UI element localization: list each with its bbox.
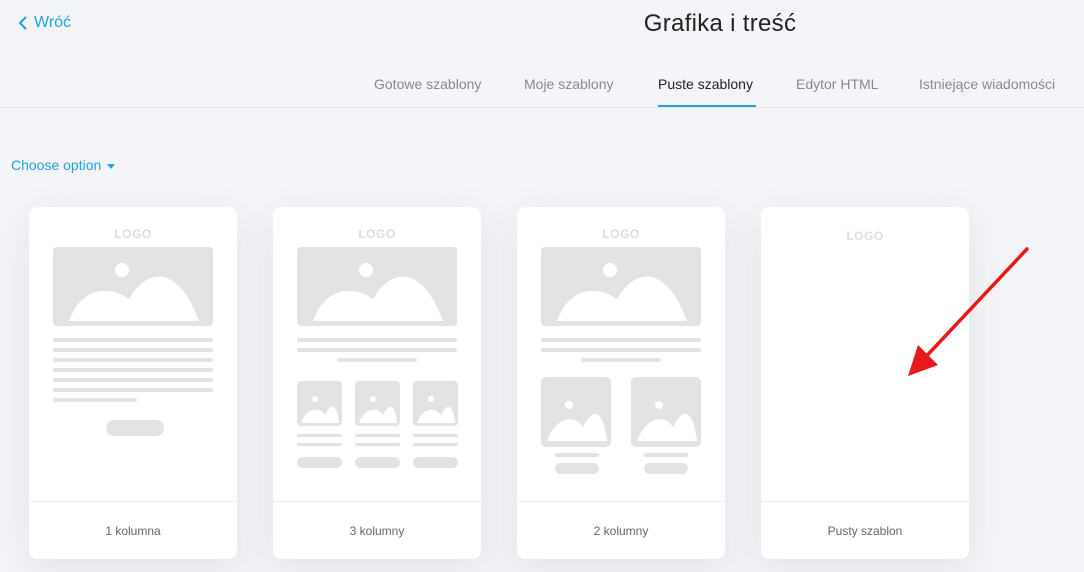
tab-edytor-html[interactable]: Edytor HTML — [796, 76, 878, 92]
template-preview-3-columns — [297, 247, 458, 468]
tab-gotowe-szablony[interactable]: Gotowe szablony — [374, 76, 481, 92]
template-card-label: 1 kolumna — [29, 501, 237, 559]
template-preview-1-column — [53, 247, 213, 436]
tab-istniejace-wiadomosci[interactable]: Istniejące wiadomości — [919, 76, 1055, 92]
back-link[interactable]: Wróć — [18, 14, 71, 32]
caret-down-icon — [107, 163, 116, 169]
template-card-1-column[interactable]: LOGO 1 kolumna — [29, 207, 237, 559]
page-title: Grafika i treść — [643, 10, 797, 37]
template-logo-placeholder: LOGO — [602, 227, 640, 241]
tab-puste-szablony[interactable]: Puste szablony — [658, 76, 753, 92]
template-card-3-columns[interactable]: LOGO 3 kolumny — [273, 207, 481, 559]
template-card-label: 2 kolumny — [517, 501, 725, 559]
annotation-arrow-icon — [908, 247, 1029, 376]
template-logo-placeholder: LOGO — [114, 227, 152, 241]
choose-option-dropdown[interactable]: Choose option — [11, 157, 116, 173]
template-card-2-columns[interactable]: LOGO 2 kolumny — [517, 207, 725, 559]
back-link-label: Wróć — [34, 14, 72, 31]
choose-option-label: Choose option — [11, 157, 102, 173]
template-card-label: Pusty szablon — [761, 501, 969, 559]
tab-bar: Gotowe szablony Moje szablony Puste szab… — [0, 74, 1084, 108]
tab-moje-szablony[interactable]: Moje szablony — [524, 76, 614, 92]
active-tab-indicator — [658, 105, 756, 107]
template-logo-placeholder: LOGO — [358, 227, 396, 241]
template-preview-2-columns — [541, 247, 701, 474]
chevron-left-icon — [18, 16, 27, 30]
template-card-label: 3 kolumny — [273, 501, 481, 559]
